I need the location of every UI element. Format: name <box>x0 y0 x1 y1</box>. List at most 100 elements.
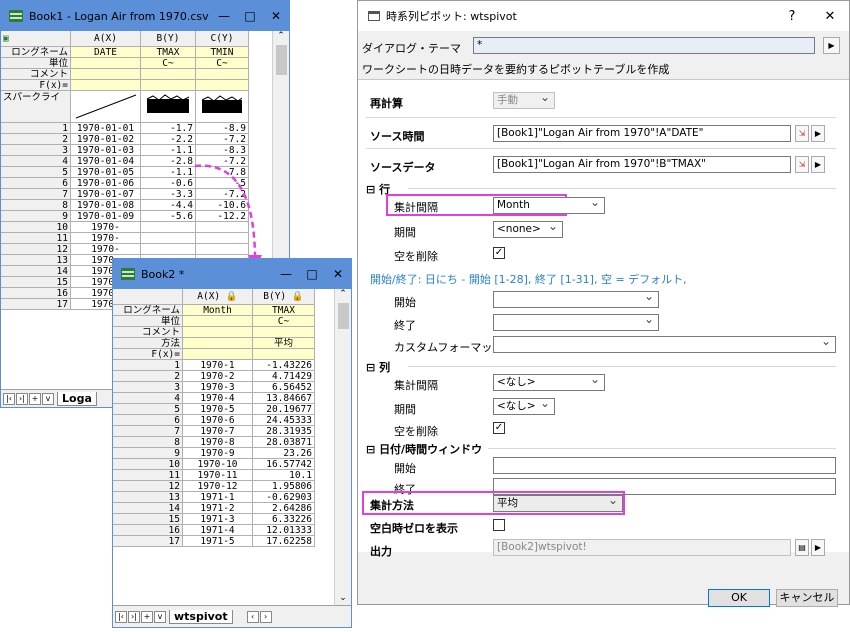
table-row[interactable]: 13 1971-1 -0.62903 <box>113 492 315 503</box>
col-section-header[interactable]: ⊟ 列 <box>366 359 390 375</box>
row-period-combo[interactable]: <none> <box>493 221 563 238</box>
row-header[interactable]: 6 <box>113 415 183 426</box>
sparkline-cell[interactable] <box>196 91 249 123</box>
fx-cell[interactable] <box>196 80 249 91</box>
start-combo[interactable] <box>493 291 659 308</box>
data-cell[interactable]: 2.64286 <box>253 503 315 514</box>
select-all-corner[interactable] <box>113 289 183 305</box>
dialog-titlebar[interactable]: 時系列ピボット: wtspivot ? ✕ <box>358 1 849 31</box>
dialog-close-button[interactable]: ✕ <box>811 9 849 24</box>
data-cell[interactable]: 1971-1 <box>183 492 253 503</box>
data-cell[interactable]: 24.45333 <box>253 415 315 426</box>
row-header[interactable]: 3 <box>113 382 183 393</box>
data-cell[interactable]: 10.1 <box>253 470 315 481</box>
data-cell[interactable]: -1.43226 <box>253 360 315 371</box>
units-cell[interactable]: C~ <box>141 58 196 69</box>
data-cell[interactable]: 1971-5 <box>183 536 253 547</box>
row-header[interactable]: 1 <box>1 123 71 134</box>
fx-cell[interactable] <box>71 80 141 91</box>
table-row[interactable]: 17 1971-5 17.62258 <box>113 536 315 547</box>
data-cell[interactable]: 1971-4 <box>183 525 253 536</box>
table-row[interactable]: 2 1970-2 4.71429 <box>113 371 315 382</box>
table-row[interactable]: 9 1970-9 23.26 <box>113 448 315 459</box>
data-cell[interactable]: 1970- <box>71 222 141 233</box>
table-row[interactable]: 2 1970-01-02 -2.2 -7.2 <box>1 134 249 145</box>
recalc-combo[interactable]: 手動 <box>493 92 555 109</box>
scroll-left-icon[interactable]: ‹ <box>246 610 259 623</box>
table-row[interactable]: 14 1971-2 2.64286 <box>113 503 315 514</box>
table-row[interactable]: 1 1970-01-01 -1.7 -8.9 <box>1 123 249 134</box>
first-sheet-icon[interactable]: |‹ <box>3 392 15 405</box>
collapse-icon[interactable]: ⊟ <box>366 443 375 456</box>
data-cell[interactable]: -0.62903 <box>253 492 315 503</box>
row-header[interactable]: 8 <box>113 437 183 448</box>
data-cell[interactable]: 1970-2 <box>183 371 253 382</box>
book2-vertical-scrollbar[interactable]: ⌃ ⌄ <box>334 289 351 605</box>
row-header[interactable]: 13 <box>1 255 71 266</box>
theme-menu-icon[interactable]: ▶ <box>823 37 840 54</box>
source-data-field[interactable]: [Book1]"Logan Air from 1970"!B"TMAX" <box>493 156 791 173</box>
table-row[interactable]: 3 1970-01-03 -1.1 -8.3 <box>1 145 249 156</box>
data-cell[interactable]: -1.7 <box>141 123 196 134</box>
table-row[interactable]: 15 1971-3 6.33226 <box>113 514 315 525</box>
collapse-icon[interactable]: ⊟ <box>366 361 375 374</box>
sparkline-cell[interactable] <box>141 91 196 123</box>
data-cell[interactable]: 1970-01-03 <box>71 145 141 156</box>
data-cell[interactable]: 1970-4 <box>183 393 253 404</box>
close-button[interactable]: ✕ <box>263 9 289 23</box>
data-cell[interactable]: 1970-9 <box>183 448 253 459</box>
row-header[interactable]: 3 <box>1 145 71 156</box>
data-cell[interactable]: 1970-1 <box>183 360 253 371</box>
col-interval-combo[interactable]: <なし> <box>493 374 605 391</box>
last-sheet-icon[interactable]: ›| <box>16 392 28 405</box>
data-cell[interactable]: 12.01333 <box>253 525 315 536</box>
data-cell[interactable]: 1970-01-01 <box>71 123 141 134</box>
comments-cell[interactable] <box>196 69 249 80</box>
data-cell[interactable]: 4.71429 <box>253 371 315 382</box>
data-cell[interactable]: 1970-5 <box>183 404 253 415</box>
units-cell[interactable]: C~ <box>253 316 315 327</box>
row-header[interactable]: 5 <box>1 167 71 178</box>
window-section-header[interactable]: ⊟ 日付/時間ウィンドウ <box>366 441 482 457</box>
add-sheet-icon[interactable]: + <box>141 610 153 623</box>
scroll-thumb[interactable] <box>276 45 287 75</box>
data-cell[interactable]: -7.2 <box>196 134 249 145</box>
row-interval-combo[interactable]: Month <box>493 197 605 214</box>
row-header[interactable]: 15 <box>1 277 71 288</box>
col-remove-empty-checkbox[interactable]: ✓ <box>493 422 505 434</box>
method-cell[interactable] <box>183 338 253 349</box>
data-cell[interactable]: -8.9 <box>196 123 249 134</box>
data-cell[interactable]: 1970-10 <box>183 459 253 470</box>
comments-cell[interactable] <box>71 69 141 80</box>
units-cell[interactable] <box>71 58 141 69</box>
comments-cell[interactable] <box>183 327 253 338</box>
row-header[interactable]: 9 <box>113 448 183 459</box>
data-cell[interactable]: 1970-01-05 <box>71 167 141 178</box>
book1-titlebar[interactable]: Book1 - Logan Air from 1970.csv * — □ ✕ <box>1 1 289 31</box>
row-header[interactable]: 11 <box>113 470 183 481</box>
row-header[interactable]: 16 <box>113 525 183 536</box>
row-header[interactable]: 12 <box>113 481 183 492</box>
output-browse-icon[interactable]: ▤ <box>795 539 809 556</box>
comments-cell[interactable] <box>253 327 315 338</box>
minimize-button[interactable]: — <box>273 267 299 281</box>
window-start-field[interactable] <box>493 457 836 474</box>
collapse-icon[interactable]: ⊟ <box>366 183 375 196</box>
method-combo[interactable]: 平均 <box>493 495 623 512</box>
row-header[interactable]: 7 <box>1 189 71 200</box>
row-header[interactable]: 5 <box>113 404 183 415</box>
data-cell[interactable]: 1971-3 <box>183 514 253 525</box>
row-header[interactable]: 14 <box>113 503 183 514</box>
book2-sheet[interactable]: A(X) 🔒 B(Y) 🔒 ロングネーム Month TMAX 単位 C~ コメ… <box>113 289 351 605</box>
data-cell[interactable]: 6.56452 <box>253 382 315 393</box>
row-header[interactable]: 2 <box>1 134 71 145</box>
data-cell[interactable]: 1970-01-04 <box>71 156 141 167</box>
units-cell[interactable]: C~ <box>196 58 249 69</box>
table-row[interactable]: 11 1970-11 10.1 <box>113 470 315 481</box>
table-row[interactable]: 5 1970-5 20.19677 <box>113 404 315 415</box>
method-cell[interactable]: 平均 <box>253 338 315 349</box>
column-header-a[interactable]: A(X) 🔒 <box>183 289 253 305</box>
sheet-list-icon[interactable]: v <box>154 610 166 623</box>
data-cell[interactable]: 6.33226 <box>253 514 315 525</box>
data-cell[interactable]: 1970-01-02 <box>71 134 141 145</box>
